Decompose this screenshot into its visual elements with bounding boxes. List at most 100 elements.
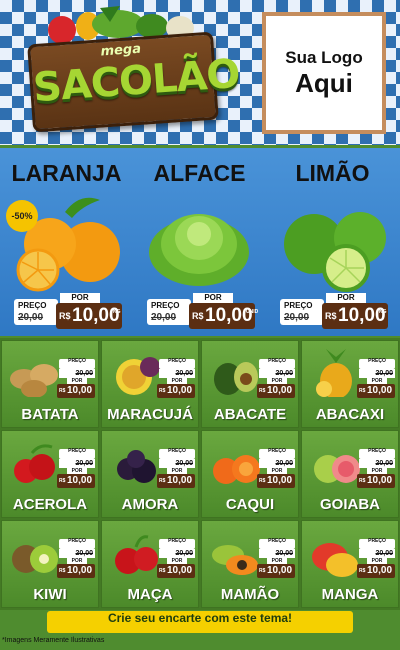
price-label: PREÇO: [59, 539, 95, 549]
product-name: KIWI: [33, 586, 67, 603]
mango-image: [312, 543, 358, 577]
product-name: MAÇA: [127, 586, 173, 603]
old-price: 20,00: [259, 369, 295, 378]
blackberry-image: [117, 450, 156, 483]
price-label: PREÇO: [259, 359, 295, 369]
old-price: 20,00: [59, 369, 95, 378]
price-value: 10,00: [267, 385, 293, 396]
product-name: GOIABA: [320, 496, 380, 513]
currency: R$: [325, 311, 337, 321]
kiwi-image: [12, 545, 58, 573]
old-price: 20,00: [59, 549, 95, 558]
product-card: PREÇO 20,00 POR R$ 10,00 MANGA: [301, 520, 399, 608]
featured-item-alface: ALFACE PREÇO 20,00 POR R$ 10,00 UNID: [133, 148, 266, 336]
price-unit: KG: [379, 309, 387, 315]
passion-fruit-image: [116, 357, 160, 395]
acerola-image: [14, 444, 55, 483]
price-value: 10,00: [167, 385, 193, 396]
old-price: 20,00: [259, 459, 295, 468]
price-tag: PREÇO 20,00 POR R$ 10,00 KG: [14, 293, 124, 331]
product-name: ABACATE: [213, 406, 287, 423]
your-logo-line1: Sua Logo: [285, 47, 363, 67]
price-tag: PREÇO 20,00 POR R$ 10,00: [157, 539, 195, 579]
price-tag: PREÇO 20,00 POR R$ 10,00: [357, 539, 395, 579]
apple-image: [115, 535, 158, 574]
new-price-box: R$ 10,00: [357, 474, 395, 488]
featured-products: LARANJA -50% PREÇO 20,00 POR R$ 10,00 KG: [0, 148, 400, 336]
price-value: 10,00: [67, 475, 93, 486]
price-tag: PREÇO 20,00 POR R$ 10,00: [257, 449, 295, 489]
pineapple-image: [316, 349, 352, 397]
disclaimer: *Imagens Meramente Ilustrativas: [2, 637, 105, 644]
brand-logo: mega SACOLÃO: [27, 31, 241, 133]
price-tag: PREÇO 20,00 POR R$ 10,00: [157, 449, 195, 489]
persimmon-image: [213, 455, 260, 484]
product-card: PREÇO 20,00 POR R$ 10,00 MARACUJÁ: [101, 340, 199, 428]
new-price-box: R$ 10,00 KG: [56, 303, 122, 329]
price-tag: PREÇO 20,00 POR R$ 10,00: [357, 359, 395, 399]
old-price: 20,00: [151, 312, 177, 323]
old-price: 20,00: [59, 459, 95, 468]
guava-image: [314, 455, 360, 483]
currency: R$: [359, 478, 366, 484]
price-label: PREÇO: [18, 301, 47, 310]
product-card: PREÇO 20,00 POR R$ 10,00 KIWI: [1, 520, 99, 608]
price-tag: PREÇO 20,00 POR R$ 10,00: [57, 359, 95, 399]
product-card: PREÇO 20,00 POR R$ 10,00 MAMÃO: [201, 520, 299, 608]
price-value: 10,00: [167, 475, 193, 486]
price-unit: KG: [113, 309, 121, 315]
currency: R$: [159, 388, 166, 394]
price-label: PREÇO: [151, 301, 180, 310]
old-price: 20,00: [359, 369, 395, 378]
product-card: PREÇO 20,00 POR R$ 10,00 AMORA: [101, 430, 199, 518]
featured-item-limao: LIMÃO PREÇO 20,00 POR R$ 10,00 KG: [266, 148, 399, 336]
old-price: 20,00: [159, 549, 195, 558]
papaya-image: [212, 545, 258, 575]
product-card: PREÇO 20,00 POR R$ 10,00 GOIABA: [301, 430, 399, 518]
price-value: 10,00: [267, 565, 293, 576]
avocado-image: [214, 362, 258, 395]
old-price-box: PREÇO 20,00: [14, 299, 58, 325]
old-price: 20,00: [159, 369, 195, 378]
cta-banner[interactable]: Crie seu encarte com este tema!: [47, 611, 353, 633]
price-value: 10,00: [367, 385, 393, 396]
price-value: 10,00: [367, 475, 393, 486]
product-name: MARACUJÁ: [107, 406, 193, 423]
price-label: PREÇO: [159, 539, 195, 549]
por-label: POR: [193, 293, 233, 303]
product-card: PREÇO 20,00 POR R$ 10,00 ABACATE: [201, 340, 299, 428]
product-card: PREÇO 20,00 POR R$ 10,00 CAQUI: [201, 430, 299, 518]
new-price-box: R$ 10,00: [357, 564, 395, 578]
old-price: 20,00: [259, 549, 295, 558]
price-tag: PREÇO 20,00 POR R$ 10,00: [57, 539, 95, 579]
new-price-box: R$ 10,00: [257, 384, 295, 398]
new-price-box: R$ 10,00: [57, 564, 95, 578]
old-price: 20,00: [284, 312, 310, 323]
product-card: PREÇO 20,00 POR R$ 10,00 BATATA: [1, 340, 99, 428]
product-name: MAMÃO: [220, 586, 280, 603]
product-name: MANGA: [321, 586, 379, 603]
new-price-box: R$ 10,00: [57, 384, 95, 398]
new-price-box: R$ 10,00: [357, 384, 395, 398]
featured-item-laranja: LARANJA -50% PREÇO 20,00 POR R$ 10,00 KG: [0, 148, 133, 336]
product-name: ABACAXI: [315, 406, 385, 423]
price-tag: PREÇO 20,00 POR R$ 10,00 KG: [280, 293, 390, 331]
price-label: PREÇO: [159, 449, 195, 459]
lettuce-image: [149, 214, 249, 286]
price-tag: PREÇO 20,00 POR R$ 10,00 UNID: [147, 293, 258, 331]
price-label: PREÇO: [59, 359, 95, 369]
price-tag: PREÇO 20,00 POR R$ 10,00: [257, 539, 295, 579]
price-label: PREÇO: [259, 539, 295, 549]
new-price-box: R$ 10,00: [57, 474, 95, 488]
old-price-box: PREÇO 20,00: [147, 299, 191, 325]
price-value: 10,00: [367, 565, 393, 576]
currency: R$: [159, 478, 166, 484]
your-logo-line2: Aqui: [295, 67, 353, 98]
new-price-box: R$ 10,00: [157, 474, 195, 488]
new-price-box: R$ 10,00: [157, 564, 195, 578]
por-label: POR: [326, 293, 366, 303]
new-price-box: R$ 10,00: [257, 474, 295, 488]
currency: R$: [259, 568, 266, 574]
product-name: CAQUI: [225, 496, 275, 513]
currency: R$: [259, 388, 266, 394]
